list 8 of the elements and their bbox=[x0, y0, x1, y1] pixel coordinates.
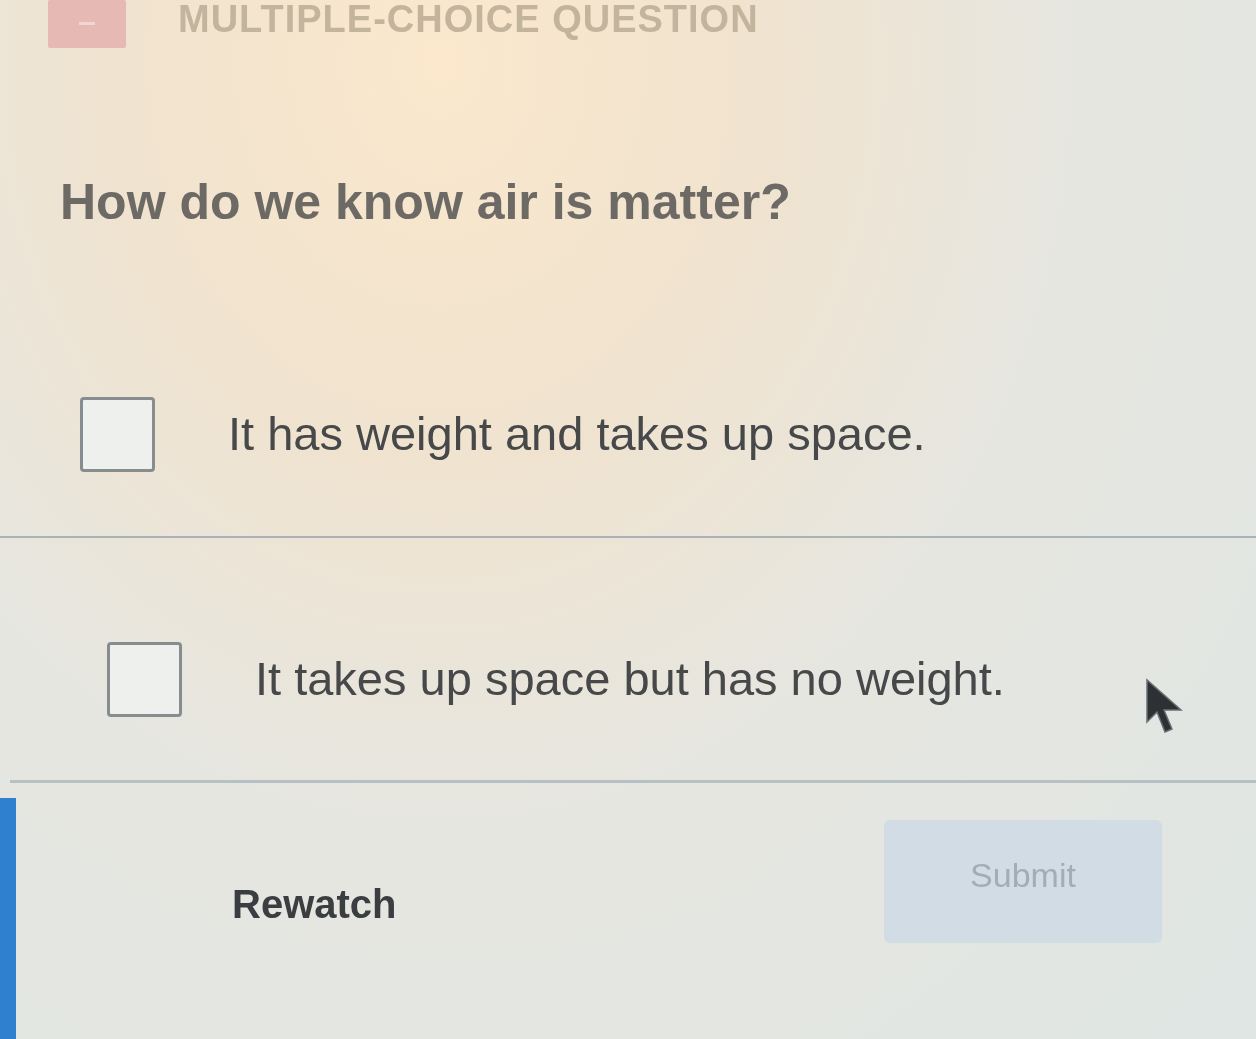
rewatch-button[interactable]: Rewatch bbox=[232, 880, 397, 928]
question-text: How do we know air is matter? bbox=[60, 174, 791, 230]
option-text: It has weight and takes up space. bbox=[228, 407, 926, 461]
option-text: It takes up space but has no weight. bbox=[255, 652, 1005, 706]
checkbox[interactable] bbox=[107, 641, 182, 717]
cursor-icon bbox=[1145, 678, 1185, 736]
tile-icon bbox=[48, 0, 126, 48]
checkbox[interactable] bbox=[80, 396, 155, 472]
